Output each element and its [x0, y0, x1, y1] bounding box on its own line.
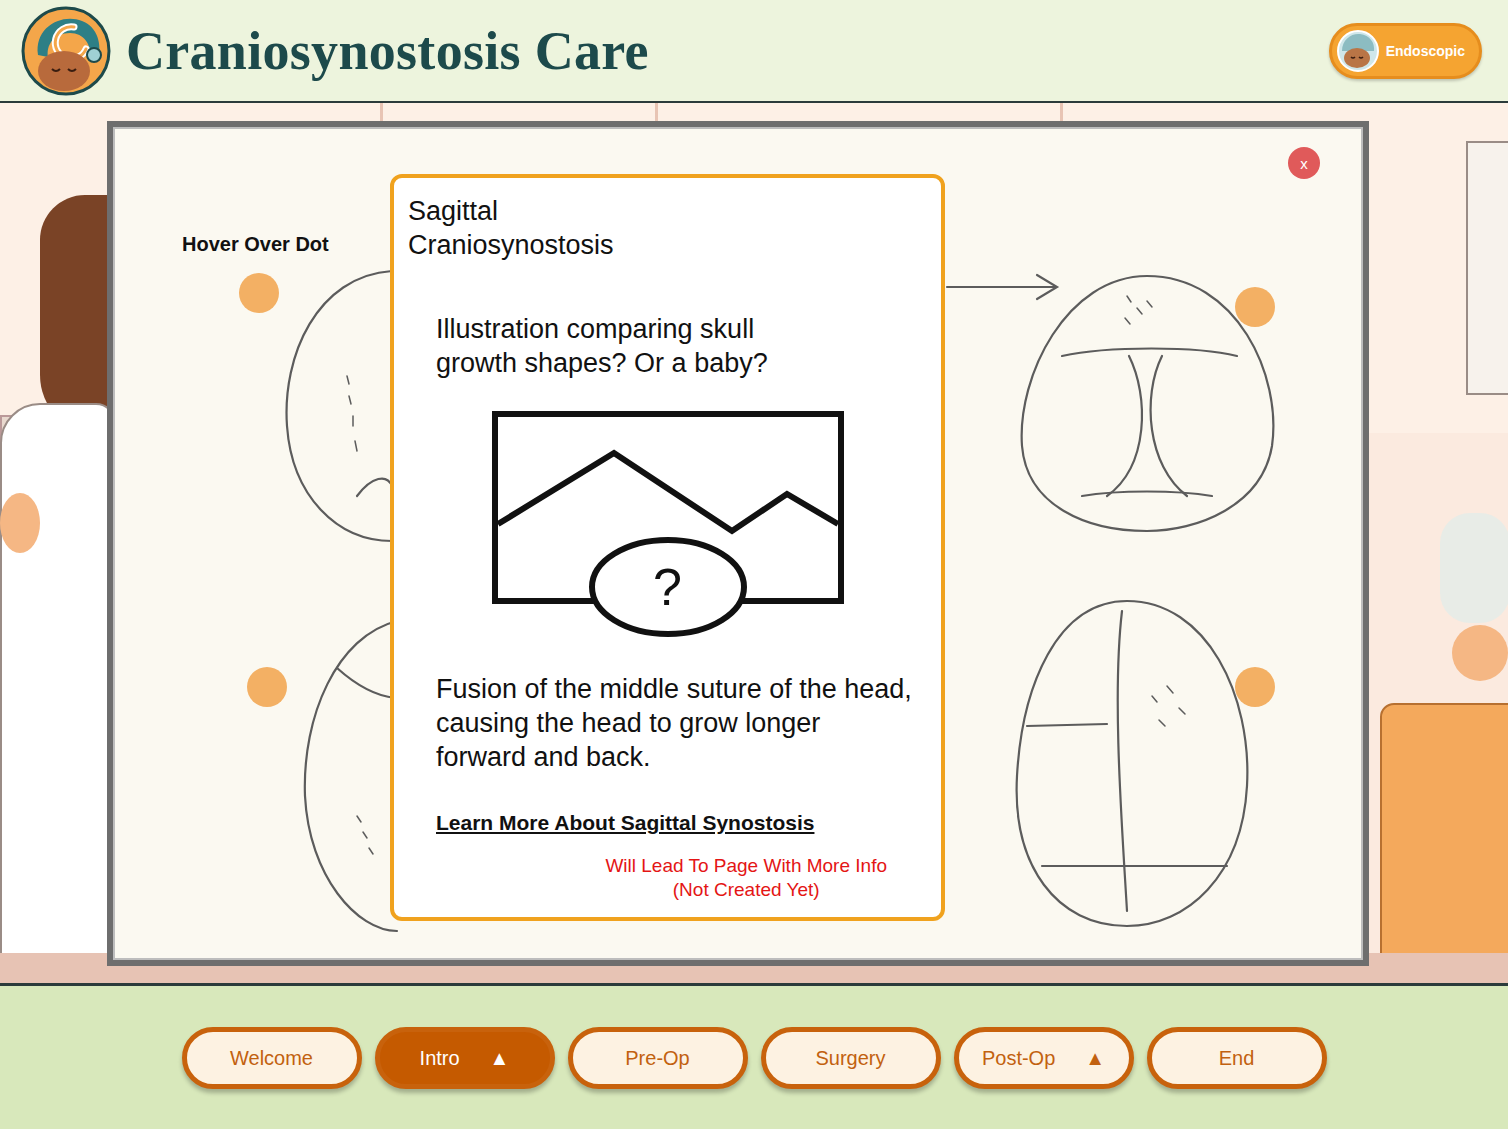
wall-line: [655, 103, 658, 123]
orange-circle: [1452, 625, 1508, 681]
endoscopic-button[interactable]: Endoscopic: [1329, 23, 1482, 79]
note-line: Will Lead To Page With More Info: [605, 854, 887, 878]
nav-button[interactable]: Pre-Op: [568, 1027, 748, 1089]
hotspot-dot[interactable]: [239, 273, 279, 313]
hotspot-dot[interactable]: [1235, 287, 1275, 327]
note-line: (Not Created Yet): [605, 878, 887, 902]
exam-room-scene: Hover Over Dot x Sagittal Craniosynostosis…: [0, 103, 1508, 983]
hotspot-dot[interactable]: [1235, 667, 1275, 707]
nav-label[interactable]: Surgery: [815, 1047, 885, 1070]
image-placeholder: ?: [490, 409, 846, 639]
baby-logo-icon: [20, 5, 112, 97]
couch: [1380, 703, 1508, 983]
nav-label[interactable]: Post-Op: [982, 1047, 1055, 1070]
wall-line: [380, 103, 383, 123]
nav-label[interactable]: Welcome: [230, 1047, 313, 1070]
wall-sign: [1440, 513, 1508, 623]
info-popup: Sagittal Craniosynostosis Illustration co…: [390, 174, 945, 921]
section-nav: Welcome Intro ▲ Pre-Op Surgery Post-Op ▲ End: [0, 983, 1508, 1129]
popup-description: Fusion of the middle suture of the head,…: [436, 672, 914, 774]
expand-arrow-icon[interactable]: ▲: [490, 1048, 510, 1068]
doctor-coat: [0, 403, 116, 983]
baby-avatar-icon: [1336, 29, 1380, 73]
endoscopic-label[interactable]: Endoscopic: [1386, 43, 1465, 59]
nav-label[interactable]: End: [1219, 1047, 1255, 1070]
popup-caption: Illustration comparing skull growth shap…: [436, 312, 836, 380]
nav-button[interactable]: Welcome: [182, 1027, 362, 1089]
nav-label[interactable]: Intro: [420, 1047, 460, 1070]
cabinet: [1466, 141, 1508, 395]
nav-button[interactable]: Surgery: [761, 1027, 941, 1089]
popup-title: Sagittal Craniosynostosis: [408, 194, 688, 262]
expand-arrow-icon[interactable]: ▲: [1085, 1048, 1105, 1068]
nav-button[interactable]: Intro ▲: [375, 1027, 555, 1089]
whiteboard: Hover Over Dot x Sagittal Craniosynostosis…: [107, 121, 1369, 966]
nav-button[interactable]: Post-Op ▲: [954, 1027, 1134, 1089]
hover-hint: Hover Over Dot: [182, 233, 329, 256]
orange-accent: [0, 493, 40, 553]
nav-label[interactable]: Pre-Op: [625, 1047, 689, 1070]
hotspot-dot[interactable]: [247, 667, 287, 707]
nav-button[interactable]: End: [1147, 1027, 1327, 1089]
app-header: Craniosynostosis Care Endoscopic: [0, 0, 1508, 103]
learn-more-link[interactable]: Learn More About Sagittal Synostosis: [436, 810, 927, 836]
developer-note: Will Lead To Page With More Info(Not Cre…: [605, 854, 887, 902]
wall-line: [1060, 103, 1063, 123]
question-mark-icon: ?: [628, 557, 708, 617]
close-button[interactable]: x: [1288, 147, 1320, 179]
app-title: Craniosynostosis Care: [126, 20, 649, 82]
